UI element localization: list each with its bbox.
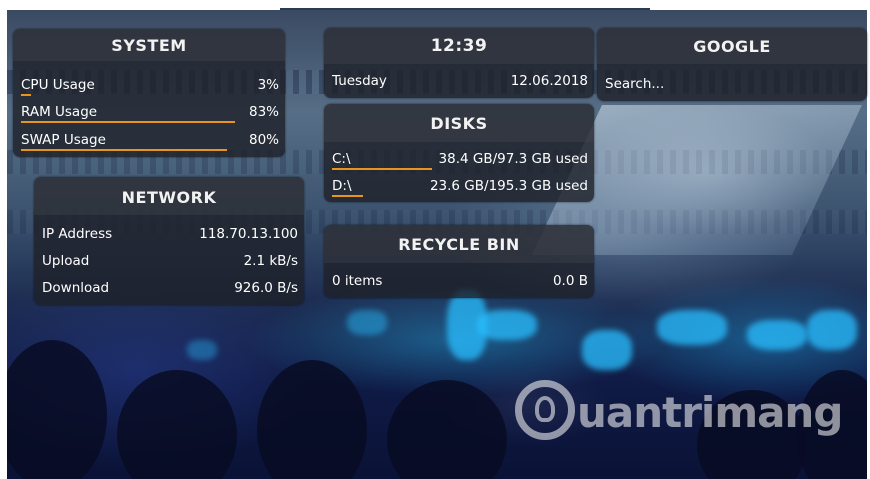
recycle-bin-row: 0 items 0.0 B xyxy=(332,268,588,294)
network-widget: NETWORK IP Address 118.70.13.100 Upload … xyxy=(34,177,304,305)
date-row: Tuesday 12.06.2018 xyxy=(332,68,588,94)
watermark-text: uantrimang xyxy=(577,388,843,437)
lightbulb-logo-icon xyxy=(515,380,575,440)
lightstick xyxy=(187,340,217,360)
google-search-input[interactable]: Search... xyxy=(605,71,861,97)
cpu-usage-value: 3% xyxy=(257,77,279,93)
upload-row: Upload 2.1 kB/s xyxy=(42,248,298,274)
disk-c-row[interactable]: C:\ 38.4 GB/97.3 GB used xyxy=(332,146,588,172)
swap-usage-value: 80% xyxy=(248,132,279,148)
lightstick xyxy=(347,310,387,335)
ip-address-value: 118.70.13.100 xyxy=(199,226,298,242)
ip-address-row: IP Address 118.70.13.100 xyxy=(42,221,298,247)
date-value: 12.06.2018 xyxy=(510,73,588,89)
swap-usage-row: SWAP Usage 80% xyxy=(21,127,279,153)
ip-address-label: IP Address xyxy=(42,226,113,242)
cpu-usage-row: CPU Usage 3% xyxy=(21,72,279,98)
upload-label: Upload xyxy=(42,253,90,269)
recycle-bin-size: 0.0 B xyxy=(552,273,588,289)
cpu-usage-bar xyxy=(21,94,32,96)
silhouette xyxy=(7,340,107,479)
disk-d-usage: 23.6 GB/195.3 GB used xyxy=(429,178,588,194)
download-label: Download xyxy=(42,280,110,296)
cpu-usage-label: CPU Usage xyxy=(21,77,95,93)
lightstick xyxy=(582,330,632,370)
google-widget: GOOGLE Search... xyxy=(597,28,867,101)
day-label: Tuesday xyxy=(332,73,387,89)
recycle-bin-title: RECYCLE BIN xyxy=(324,225,594,263)
google-title: GOOGLE xyxy=(597,28,867,64)
disk-d-row[interactable]: D:\ 23.6 GB/195.3 GB used xyxy=(332,173,588,199)
ram-usage-value: 83% xyxy=(248,104,279,120)
upload-value: 2.1 kB/s xyxy=(243,253,298,269)
download-row: Download 926.0 B/s xyxy=(42,275,298,301)
recycle-bin-widget[interactable]: RECYCLE BIN 0 items 0.0 B xyxy=(324,225,594,298)
disk-c-usage: 38.4 GB/97.3 GB used xyxy=(438,151,588,167)
disk-d-bar xyxy=(332,195,363,197)
silhouette xyxy=(387,380,507,479)
lightstick xyxy=(657,310,727,345)
recycle-bin-items: 0 items xyxy=(332,273,383,289)
disks-title: DISKS xyxy=(324,104,594,142)
clock-time: 12:39 xyxy=(324,28,594,64)
clock-widget: 12:39 Tuesday 12.06.2018 xyxy=(324,28,594,98)
system-widget: SYSTEM CPU Usage 3% RAM Usage 83% SWAP U… xyxy=(13,29,285,157)
ram-usage-bar xyxy=(21,121,236,123)
lightstick xyxy=(747,320,807,350)
network-title: NETWORK xyxy=(34,177,304,215)
ram-usage-row: RAM Usage 83% xyxy=(21,99,279,125)
system-title: SYSTEM xyxy=(13,29,285,61)
silhouette xyxy=(117,370,237,479)
swap-usage-bar xyxy=(21,149,228,151)
lightstick xyxy=(477,310,537,340)
download-value: 926.0 B/s xyxy=(234,280,298,296)
lightstick xyxy=(807,310,857,350)
disks-widget: DISKS C:\ 38.4 GB/97.3 GB used D:\ 23.6 … xyxy=(324,104,594,202)
silhouette xyxy=(257,360,367,479)
disk-c-bar xyxy=(332,168,432,170)
search-placeholder: Search... xyxy=(605,76,665,92)
